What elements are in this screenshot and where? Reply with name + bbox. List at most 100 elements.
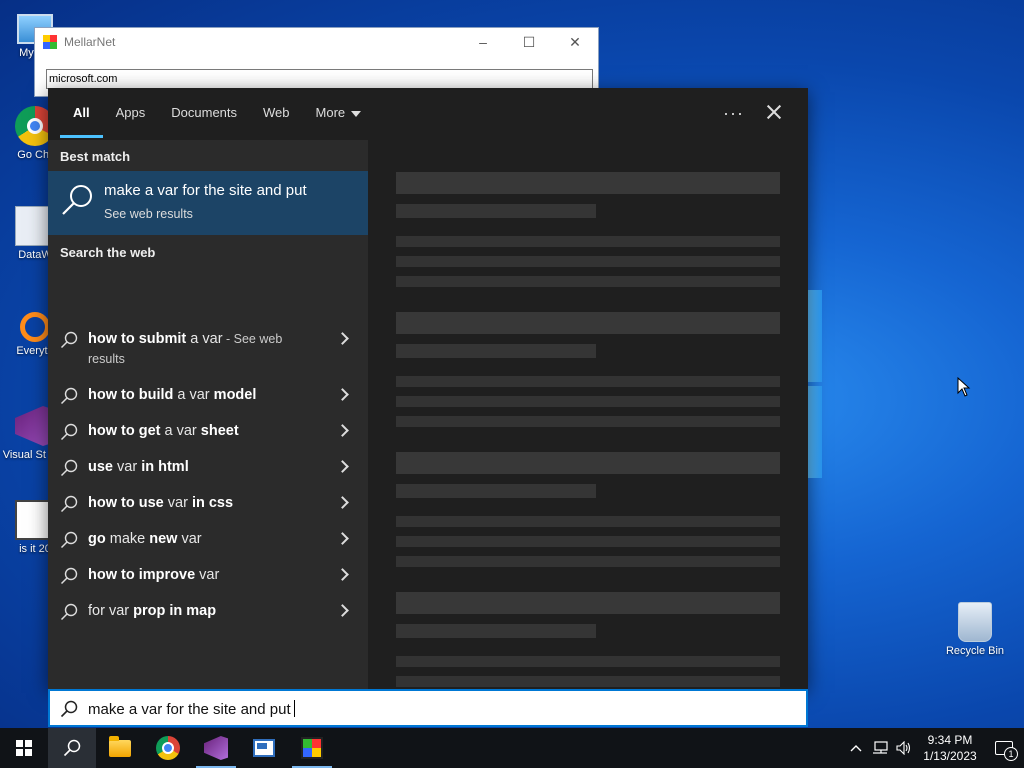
volume-icon[interactable] — [892, 728, 916, 768]
chrome-button[interactable] — [144, 728, 192, 768]
start-button[interactable] — [0, 728, 48, 768]
suggestion-text-part: for var — [88, 603, 134, 619]
tab-label: Documents — [171, 105, 238, 120]
search-icon — [60, 567, 78, 585]
search-panel: All Apps Documents Web More ··· Best mat… — [48, 88, 808, 689]
loading-placeholder — [396, 624, 596, 638]
close-button[interactable]: ✕ — [552, 34, 598, 51]
best-match-header: Best match — [60, 149, 131, 164]
suggestion-item-get[interactable]: how to get a var sheet — [48, 414, 368, 450]
search-icon — [60, 387, 78, 405]
chevron-right-icon[interactable] — [336, 568, 349, 581]
best-match-title: make a var for the site and put — [104, 182, 307, 199]
suggestion-text-part: go — [88, 531, 106, 547]
chevron-right-icon[interactable] — [336, 424, 349, 437]
tab-label: All — [73, 105, 90, 120]
suggestion-item-build[interactable]: how to build a var model — [48, 378, 368, 414]
suggestion-text-part: how to get — [88, 423, 161, 439]
visual-studio-icon — [204, 736, 228, 760]
maximize-button[interactable]: ☐ — [506, 34, 552, 51]
loading-placeholder — [396, 204, 596, 218]
desktop-icon-recycle-bin[interactable]: Recycle Bin — [940, 602, 1010, 657]
mellarnet-icon — [301, 737, 323, 759]
suggestion-text: go make new var — [88, 531, 202, 547]
best-match-item[interactable]: make a var for the site and put See web … — [48, 171, 368, 235]
mellarnet-window[interactable]: MellarNet – ☐ ✕ microsoft.com — [34, 27, 599, 97]
tab-web[interactable]: Web — [250, 88, 303, 140]
suggestion-text: how to improve var — [88, 567, 219, 583]
search-input[interactable]: make a var for the site and put — [48, 689, 808, 727]
chrome-icon — [156, 736, 180, 760]
notifications-button[interactable]: 1 — [984, 728, 1024, 768]
suggestion-text-part: make — [105, 531, 150, 547]
suggestion-text-line2: results — [88, 352, 125, 366]
address-field[interactable]: microsoft.com — [46, 69, 593, 89]
tab-more[interactable]: More — [303, 88, 375, 140]
suggestion-item-improve[interactable]: how to improve var — [48, 558, 368, 594]
suggestion-text-part: var — [177, 531, 202, 547]
loading-placeholder — [396, 516, 780, 527]
network-icon[interactable] — [868, 728, 892, 768]
window-titlebar[interactable]: MellarNet – ☐ ✕ — [35, 28, 598, 56]
notification-count: 1 — [1004, 747, 1018, 761]
search-icon — [60, 700, 78, 718]
suggestion-item-submit[interactable]: how to submit a var - See web results — [48, 322, 368, 366]
search-icon — [63, 739, 81, 757]
loading-placeholder — [396, 276, 780, 287]
window-app-icon — [253, 739, 275, 757]
mouse-cursor-icon — [957, 377, 971, 397]
suggestion-item-use-css[interactable]: how to use var in css — [48, 486, 368, 522]
loading-placeholder — [396, 452, 780, 474]
tab-all[interactable]: All — [60, 88, 103, 140]
minimize-button[interactable]: – — [460, 34, 506, 50]
desktop-icon-label: is it 20 — [19, 543, 51, 555]
app-window-button[interactable] — [240, 728, 288, 768]
best-match-subtitle: See web results — [104, 207, 193, 221]
tab-documents[interactable]: Documents — [158, 88, 250, 140]
suggestion-text-part: a var — [173, 387, 214, 403]
desktop-icon-label: Recycle Bin — [945, 645, 1005, 657]
loading-placeholder — [396, 312, 780, 334]
loading-placeholder — [396, 592, 780, 614]
clock[interactable]: 9:34 PM 1/13/2023 — [916, 732, 984, 764]
search-button[interactable] — [48, 728, 96, 768]
chevron-right-icon[interactable] — [336, 604, 349, 617]
visual-studio-button[interactable] — [192, 728, 240, 768]
search-icon — [60, 603, 78, 621]
tab-apps[interactable]: Apps — [103, 88, 159, 140]
chevron-up-icon[interactable] — [844, 728, 868, 768]
more-options-icon[interactable]: ··· — [723, 103, 744, 124]
loading-placeholder — [396, 536, 780, 547]
tab-label: Web — [263, 105, 290, 120]
clock-date: 1/13/2023 — [923, 749, 977, 763]
chevron-right-icon[interactable] — [336, 532, 349, 545]
suggestion-text: for var prop in map — [88, 603, 216, 619]
close-icon[interactable] — [762, 100, 786, 124]
system-tray: 9:34 PM 1/13/2023 1 — [844, 728, 1024, 768]
recycle-bin-icon — [958, 602, 992, 642]
chevron-right-icon[interactable] — [336, 460, 349, 473]
mellarnet-button[interactable] — [288, 728, 336, 768]
suggestion-item-go[interactable]: go make new var — [48, 522, 368, 558]
suggestion-item-use-html[interactable]: use var in html — [48, 450, 368, 486]
suggestion-text-part: - See web — [222, 332, 283, 346]
suggestion-text-part: prop in map — [133, 603, 217, 619]
chevron-right-icon[interactable] — [336, 332, 349, 345]
suggestion-text: how to build a var model — [88, 387, 256, 403]
chevron-right-icon[interactable] — [336, 388, 349, 401]
loading-placeholder — [396, 256, 780, 267]
chevron-right-icon[interactable] — [336, 496, 349, 509]
loading-placeholder — [396, 556, 780, 567]
suggestion-text-part: how to submit — [88, 331, 187, 347]
suggestion-text-part: how to build — [88, 387, 174, 403]
everything-icon — [20, 312, 50, 342]
window-title: MellarNet — [64, 35, 116, 49]
suggestion-text-part: sheet — [200, 423, 239, 439]
search-web-header: Search the web — [60, 245, 156, 260]
suggestion-item-for-var[interactable]: for var prop in map — [48, 594, 368, 630]
file-explorer-button[interactable] — [96, 728, 144, 768]
tab-label: Apps — [115, 105, 146, 120]
loading-placeholder — [396, 172, 780, 194]
search-icon — [60, 495, 78, 513]
tab-label: More — [315, 105, 346, 120]
